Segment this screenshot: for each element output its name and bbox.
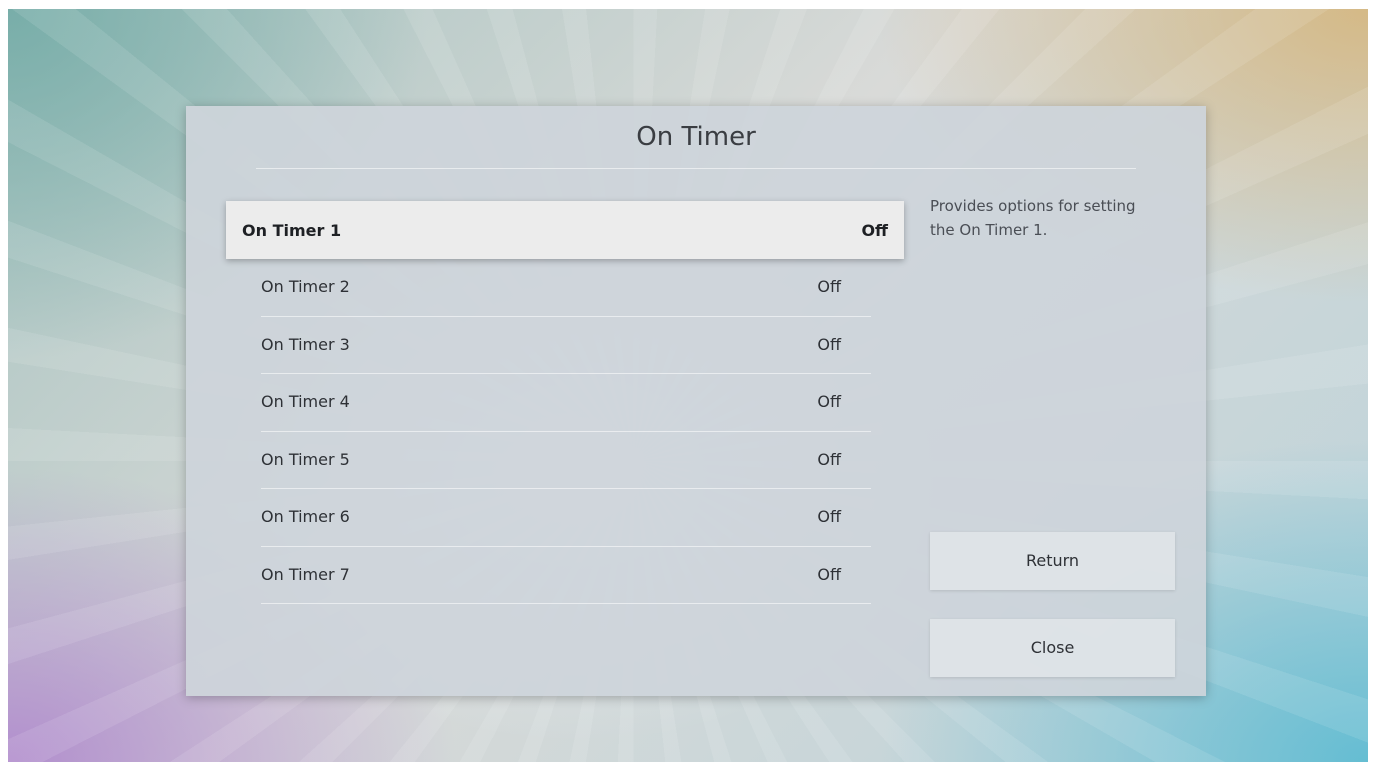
tv-screen-background: On Timer On Timer 1 Off On Timer 2 Off O… — [8, 9, 1368, 762]
timer-value: Off — [817, 277, 841, 296]
timer-label: On Timer 2 — [261, 277, 350, 296]
timer-value: Off — [817, 564, 841, 584]
timer-row-5[interactable]: On Timer 5 Off — [261, 432, 871, 489]
timer-value: Off — [817, 334, 841, 354]
timer-list: On Timer 1 Off On Timer 2 Off On Timer 3… — [226, 201, 906, 604]
timer-row-6[interactable]: On Timer 6 Off — [261, 489, 871, 547]
timer-row-3[interactable]: On Timer 3 Off — [261, 317, 871, 374]
timer-value: Off — [817, 392, 841, 411]
timer-label: On Timer 7 — [261, 564, 350, 584]
timer-row-4[interactable]: On Timer 4 Off — [261, 374, 871, 432]
timer-row-2[interactable]: On Timer 2 Off — [261, 259, 871, 317]
timer-row-1[interactable]: On Timer 1 Off — [226, 201, 904, 259]
help-description: Provides options for setting the On Time… — [930, 197, 1136, 239]
close-button[interactable]: Close — [930, 619, 1175, 677]
dialog-title: On Timer — [636, 122, 756, 152]
timer-label: On Timer 4 — [261, 392, 350, 411]
timer-value: Off — [817, 507, 841, 526]
timer-value: Off — [817, 449, 841, 469]
timer-value: Off — [861, 221, 888, 240]
title-divider — [256, 168, 1136, 169]
on-timer-dialog: On Timer On Timer 1 Off On Timer 2 Off O… — [186, 106, 1206, 696]
timer-label: On Timer 5 — [261, 449, 350, 469]
timer-label: On Timer 6 — [261, 507, 350, 526]
timer-row-7[interactable]: On Timer 7 Off — [261, 547, 871, 604]
timer-label: On Timer 3 — [261, 334, 350, 354]
return-button[interactable]: Return — [930, 532, 1175, 590]
timer-label: On Timer 1 — [242, 221, 342, 240]
